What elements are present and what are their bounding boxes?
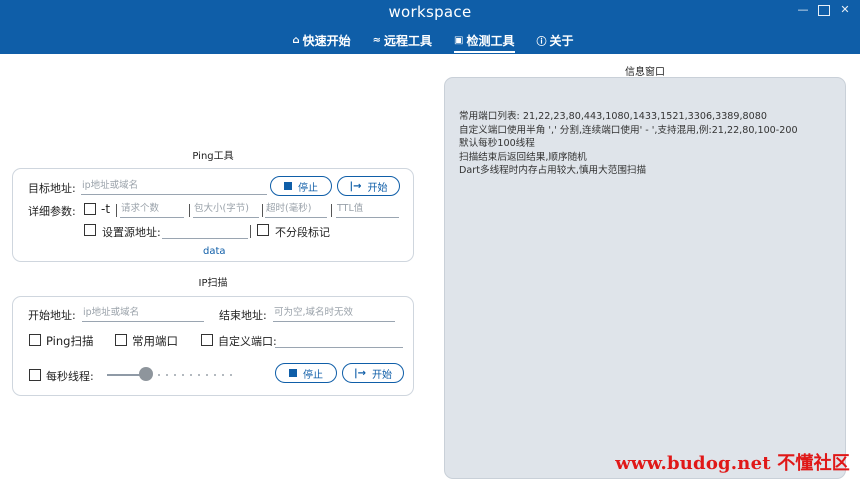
nofrag-label: 不分段标记 xyxy=(275,226,330,239)
start-address-input[interactable]: ip地址或域名 xyxy=(82,306,204,322)
app-header: workspace — ✕ ⌂ 快速开始 ≈ 远程工具 ▣ 检测工具 ⓘ 关于 xyxy=(0,0,860,54)
divider xyxy=(189,204,190,217)
nofrag-checkbox[interactable] xyxy=(257,224,269,236)
tab-quick-start[interactable]: ⌂ 快速开始 xyxy=(292,30,350,50)
ping-section-title: Ping工具 xyxy=(192,151,234,162)
info-line: Dart多线程时内存占用较大,慎用大范围扫描 xyxy=(459,165,647,177)
start-arrow-icon: |→ xyxy=(353,367,367,379)
info-line: 默认每秒100线程 xyxy=(459,138,535,150)
tab-detect-tools[interactable]: ▣ 检测工具 xyxy=(454,30,515,53)
window-controls: — ✕ xyxy=(796,3,852,17)
tab-label: 远程工具 xyxy=(384,33,433,48)
ping-scan-checkbox[interactable] xyxy=(29,334,41,346)
source-checkbox[interactable] xyxy=(84,224,96,236)
scan-start-button[interactable]: |→ 开始 xyxy=(342,363,404,383)
data-link[interactable]: data xyxy=(203,246,226,257)
start-label: 开始 xyxy=(372,369,393,381)
custom-ports-checkbox[interactable] xyxy=(201,334,213,346)
ping-stop-button[interactable]: 停止 xyxy=(270,176,332,196)
home-icon: ⌂ xyxy=(292,34,300,46)
info-line: 常用端口列表: 21,22,23,80,443,1080,1433,1521,3… xyxy=(459,111,767,122)
info-line: 自定义端口使用半角 ',' 分割,连续端口使用' - ',支持混用,例:21,2… xyxy=(459,124,798,136)
threads-slider-thumb[interactable] xyxy=(139,367,153,381)
start-label: 开始 xyxy=(367,182,388,194)
divider xyxy=(331,204,332,217)
custom-ports-input[interactable] xyxy=(275,332,403,348)
source-label: 设置源地址: xyxy=(102,226,161,239)
common-ports-checkbox[interactable] xyxy=(115,334,127,346)
window-title: workspace xyxy=(388,3,472,21)
terminal-icon: ▣ xyxy=(454,34,464,46)
target-label: 目标地址: xyxy=(28,182,76,195)
wifi-icon: ≈ xyxy=(372,34,382,46)
ttl-input[interactable]: TTL值 xyxy=(336,202,399,218)
close-icon[interactable]: ✕ xyxy=(838,3,852,17)
tab-label: 关于 xyxy=(549,33,574,48)
stop-label: 停止 xyxy=(298,182,318,194)
ipscan-card: 开始地址: ip地址或域名 结束地址: 可为空,域名时无效 Ping扫描 常用端… xyxy=(12,296,414,396)
scan-stop-button[interactable]: 停止 xyxy=(275,363,337,383)
threads-checkbox[interactable] xyxy=(29,369,41,381)
threads-label: 每秒线程: xyxy=(46,370,94,383)
source-input[interactable] xyxy=(162,223,248,239)
end-address-input[interactable]: 可为空,域名时无效 xyxy=(273,306,395,322)
stop-label: 停止 xyxy=(303,369,323,381)
divider xyxy=(250,225,251,238)
stop-icon xyxy=(284,182,292,190)
minimize-icon[interactable]: — xyxy=(796,3,810,17)
maximize-icon[interactable] xyxy=(818,5,830,16)
start-address-label: 开始地址: xyxy=(28,309,76,322)
divider xyxy=(262,204,263,217)
divider xyxy=(116,204,117,217)
common-ports-label: 常用端口 xyxy=(132,334,178,348)
target-input[interactable]: ip地址或域名 xyxy=(81,179,267,195)
main-nav: ⌂ 快速开始 ≈ 远程工具 ▣ 检测工具 ⓘ 关于 xyxy=(0,30,860,53)
start-arrow-icon: |→ xyxy=(349,180,362,192)
tab-label: 检测工具 xyxy=(466,33,515,48)
count-input[interactable]: 请求个数 xyxy=(120,202,184,218)
info-icon: ⓘ xyxy=(536,36,547,48)
t-label: -t xyxy=(101,202,111,216)
detail-label: 详细参数: xyxy=(28,205,76,218)
timeout-input[interactable]: 超时(毫秒) xyxy=(265,202,327,218)
watermark: www.budog.net 不懂社区 xyxy=(615,453,850,474)
info-window-title: 信息窗口 xyxy=(625,67,665,78)
tab-label: 快速开始 xyxy=(302,33,351,48)
tab-remote-tools[interactable]: ≈ 远程工具 xyxy=(373,30,432,50)
custom-ports-label: 自定义端口: xyxy=(218,335,277,348)
ping-start-button[interactable]: |→ 开始 xyxy=(337,176,400,196)
ping-card: 目标地址: ip地址或域名 停止 |→ 开始 详细参数: -t 请求个数 包大小… xyxy=(12,168,414,262)
t-checkbox[interactable] xyxy=(84,203,96,215)
tab-about[interactable]: ⓘ 关于 xyxy=(537,30,574,50)
ping-scan-label: Ping扫描 xyxy=(46,334,94,348)
info-line: 扫描结束后返回结果,顺序随机 xyxy=(459,151,587,163)
size-input[interactable]: 包大小(字节) xyxy=(193,202,259,218)
end-address-label: 结束地址: xyxy=(219,309,267,322)
threads-slider-track[interactable] xyxy=(107,374,141,376)
info-window: 常用端口列表: 21,22,23,80,443,1080,1433,1521,3… xyxy=(444,77,846,479)
ipscan-section-title: IP扫描 xyxy=(198,278,228,289)
threads-slider-ticks xyxy=(147,374,237,376)
stop-icon xyxy=(289,369,297,377)
